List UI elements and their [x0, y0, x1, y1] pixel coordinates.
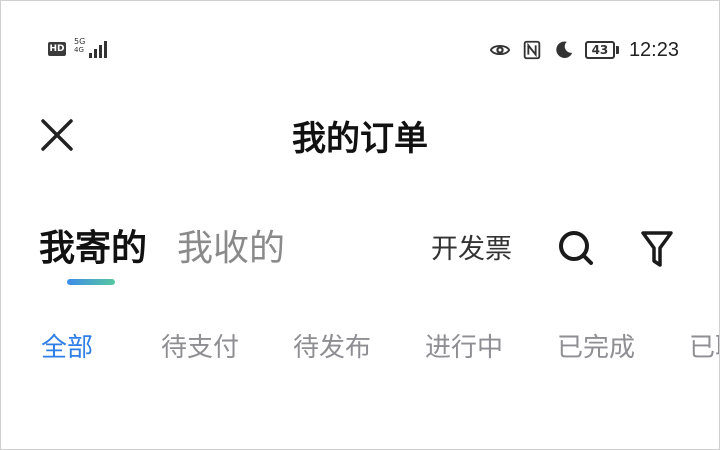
status-tab-in-progress[interactable]: 进行中: [425, 327, 503, 364]
battery-icon: 43: [584, 41, 619, 59]
page-title: 我的订单: [292, 119, 428, 159]
status-tab-all[interactable]: 全部: [41, 327, 93, 364]
active-tab-indicator: [67, 279, 115, 285]
hd-badge: HD: [48, 42, 66, 56]
moon-icon: [556, 41, 573, 58]
battery-tip: [615, 46, 619, 54]
status-tab-cancelled[interactable]: 已取消: [689, 327, 719, 364]
search-icon: [559, 231, 593, 265]
order-type-tabs: 我寄的 我收的 开发票: [1, 213, 719, 293]
network-line-2: 4G: [74, 46, 84, 54]
status-bar: HD 5G 4G 43 12:23: [1, 31, 719, 71]
app-screen: HD 5G 4G 43 12:23 我的订单 我寄的 我收的 开发票 全部 待支…: [0, 0, 720, 450]
signal-icon: [89, 41, 107, 58]
search-button[interactable]: [553, 225, 601, 273]
status-time: 12:23: [628, 38, 679, 61]
title-bar: 我的订单: [1, 101, 719, 165]
invoice-button[interactable]: 开发票: [431, 227, 512, 266]
status-right-group: 43 12:23: [489, 37, 679, 63]
tab-received[interactable]: 我收的: [177, 219, 285, 271]
filter-button[interactable]: [633, 225, 681, 273]
battery-level: 43: [584, 41, 615, 59]
nfc-icon: [523, 40, 541, 60]
status-tab-pending-payment[interactable]: 待支付: [161, 327, 239, 364]
status-tab-pending-publish[interactable]: 待发布: [293, 327, 371, 364]
status-tab-completed[interactable]: 已完成: [557, 327, 635, 364]
network-line-1: 5G: [74, 37, 86, 46]
tab-sent[interactable]: 我寄的: [39, 219, 147, 271]
eye-icon: [489, 44, 511, 56]
network-type-label: 5G 4G: [74, 37, 85, 55]
order-status-tabs: 全部 待支付 待发布 进行中 已完成 已取消: [1, 327, 719, 371]
filter-icon: [641, 231, 673, 267]
